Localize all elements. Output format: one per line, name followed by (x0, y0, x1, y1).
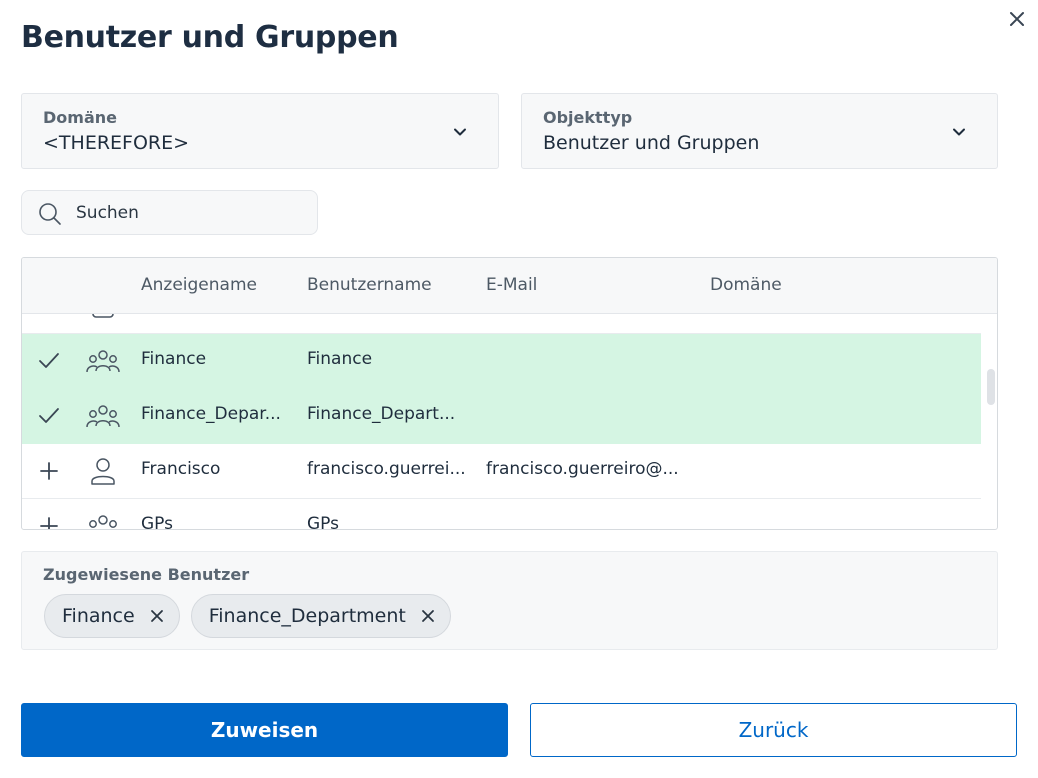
chip-label: Finance (62, 605, 135, 627)
assigned-users-label: Zugewiesene Benutzer (43, 565, 250, 584)
display-name-cell: Finance_Depar... (141, 404, 281, 424)
username-cell: Finance_Depart... (307, 404, 456, 424)
table-body: Finance Finance Finance_Depar... Finance… (22, 314, 981, 529)
table-scrollbar[interactable] (983, 314, 997, 529)
back-button[interactable]: Zurück (530, 703, 1017, 757)
plus-icon[interactable] (38, 460, 60, 482)
search-icon (39, 203, 61, 225)
username-cell: Finance (307, 349, 373, 369)
assigned-users-panel: Zugewiesene Benutzer Finance Finance_Dep… (21, 551, 998, 650)
close-icon[interactable] (1006, 8, 1028, 30)
user-icon (92, 314, 114, 318)
email-cell: francisco.guerreiro@... (486, 459, 679, 479)
scrollbar-thumb[interactable] (987, 369, 995, 405)
column-header-display-name[interactable]: Anzeigename (141, 275, 257, 295)
assign-button[interactable]: Zuweisen (21, 703, 508, 757)
domain-label: Domäne (43, 108, 117, 127)
assigned-chip: Finance (44, 594, 180, 638)
group-icon (89, 515, 117, 528)
chevron-down-icon (953, 128, 965, 136)
table-row[interactable]: Finance_Depar... Finance_Depart... (22, 389, 981, 444)
table-row[interactable]: GPs GPs (22, 499, 981, 529)
display-name-cell: GPs (141, 514, 173, 529)
users-table: Anzeigename Benutzername E-Mail Domäne F (21, 257, 998, 530)
username-cell: francisco.guerrei... (307, 459, 466, 479)
table-row[interactable] (22, 314, 981, 334)
column-header-email[interactable]: E-Mail (486, 275, 537, 295)
user-icon (91, 458, 115, 485)
table-row[interactable]: Francisco francisco.guerrei... francisco… (22, 444, 981, 499)
column-header-username[interactable]: Benutzername (307, 275, 432, 295)
table-row[interactable]: Finance Finance (22, 334, 981, 389)
chevron-down-icon (454, 128, 466, 136)
display-name-cell: Finance (141, 349, 207, 369)
group-icon (86, 405, 120, 428)
check-icon[interactable] (38, 405, 60, 427)
check-icon[interactable] (38, 350, 60, 372)
object-type-label: Objekttyp (543, 108, 633, 127)
assigned-chips: Finance Finance_Department (44, 594, 451, 638)
search-input[interactable] (76, 191, 306, 234)
remove-icon[interactable] (420, 608, 436, 624)
display-name-cell: Francisco (141, 459, 221, 479)
username-cell: GPs (307, 514, 339, 529)
object-type-value: Benutzer und Gruppen (543, 132, 760, 154)
column-header-domain[interactable]: Domäne (710, 275, 782, 295)
object-type-dropdown[interactable]: Objekttyp Benutzer und Gruppen (521, 93, 998, 169)
plus-icon[interactable] (38, 515, 60, 529)
chip-label: Finance_Department (208, 605, 406, 627)
domain-value: <THEREFORE> (43, 132, 190, 154)
group-icon (86, 350, 120, 373)
assigned-chip: Finance_Department (190, 594, 451, 638)
dialog-title: Benutzer und Gruppen (21, 20, 399, 55)
remove-icon[interactable] (149, 608, 165, 624)
table-header: Anzeigename Benutzername E-Mail Domäne (22, 258, 997, 314)
search-box (21, 190, 318, 235)
domain-dropdown[interactable]: Domäne <THEREFORE> (21, 93, 499, 169)
